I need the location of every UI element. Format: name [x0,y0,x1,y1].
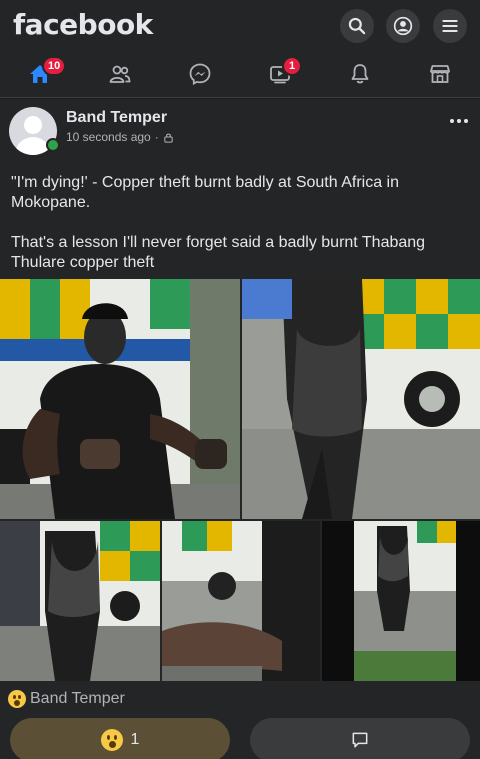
watch-badge: 1 [282,56,302,76]
post-photo-1[interactable] [0,279,240,519]
tab-marketplace[interactable] [410,50,470,97]
post-text-paragraph: That's a lesson I'll never forget said a… [11,234,426,271]
wow-emoji-icon [100,729,123,751]
search-button[interactable] [340,9,374,43]
react-button[interactable]: 1 [10,718,230,759]
post-meta: 10 seconds ago · [66,130,174,144]
home-badge: 10 [42,56,67,76]
feed-post: Band Temper 10 seconds ago · "I'm dying!… [0,99,480,759]
profile-button[interactable] [386,9,420,43]
profile-icon [393,16,413,36]
tab-notifications[interactable] [330,50,390,97]
more-icon [450,119,454,123]
top-bar: facebook [0,0,480,50]
meta-separator: · [154,130,159,144]
facebook-logo[interactable]: facebook [13,8,153,41]
tab-friends[interactable] [90,50,150,97]
post-timestamp[interactable]: 10 seconds ago [66,130,151,144]
reaction-count: 1 [130,731,140,748]
marketplace-icon [430,64,450,83]
menu-button[interactable] [433,9,467,43]
tab-messenger[interactable] [170,50,230,97]
post-text: "I'm dying!' - Copper theft burnt badly … [11,173,471,273]
tab-home[interactable]: 10 [10,50,70,97]
reaction-summary[interactable]: Band Temper [8,690,125,708]
navigation-bar: 10 1 [0,50,480,98]
friends-icon [109,65,131,83]
post-text-paragraph: "I'm dying!' - Copper theft burnt badly … [11,174,399,211]
messenger-icon [189,63,211,85]
bell-icon [351,63,369,83]
reaction-summary-name: Band Temper [30,690,125,707]
more-options-button[interactable] [444,109,474,133]
post-author-name[interactable]: Band Temper [66,109,167,127]
post-photo-4[interactable] [162,521,320,681]
lock-icon [164,133,173,143]
search-icon [348,17,366,35]
post-photo-3[interactable] [0,521,160,681]
tab-watch[interactable]: 1 [250,50,310,97]
menu-icon [442,20,458,32]
online-status-dot [46,138,60,152]
post-photo-5[interactable] [322,521,480,681]
comment-button[interactable] [250,718,470,759]
post-photo-2[interactable] [242,279,480,519]
comment-icon [352,732,368,748]
wow-emoji-icon [8,690,26,708]
